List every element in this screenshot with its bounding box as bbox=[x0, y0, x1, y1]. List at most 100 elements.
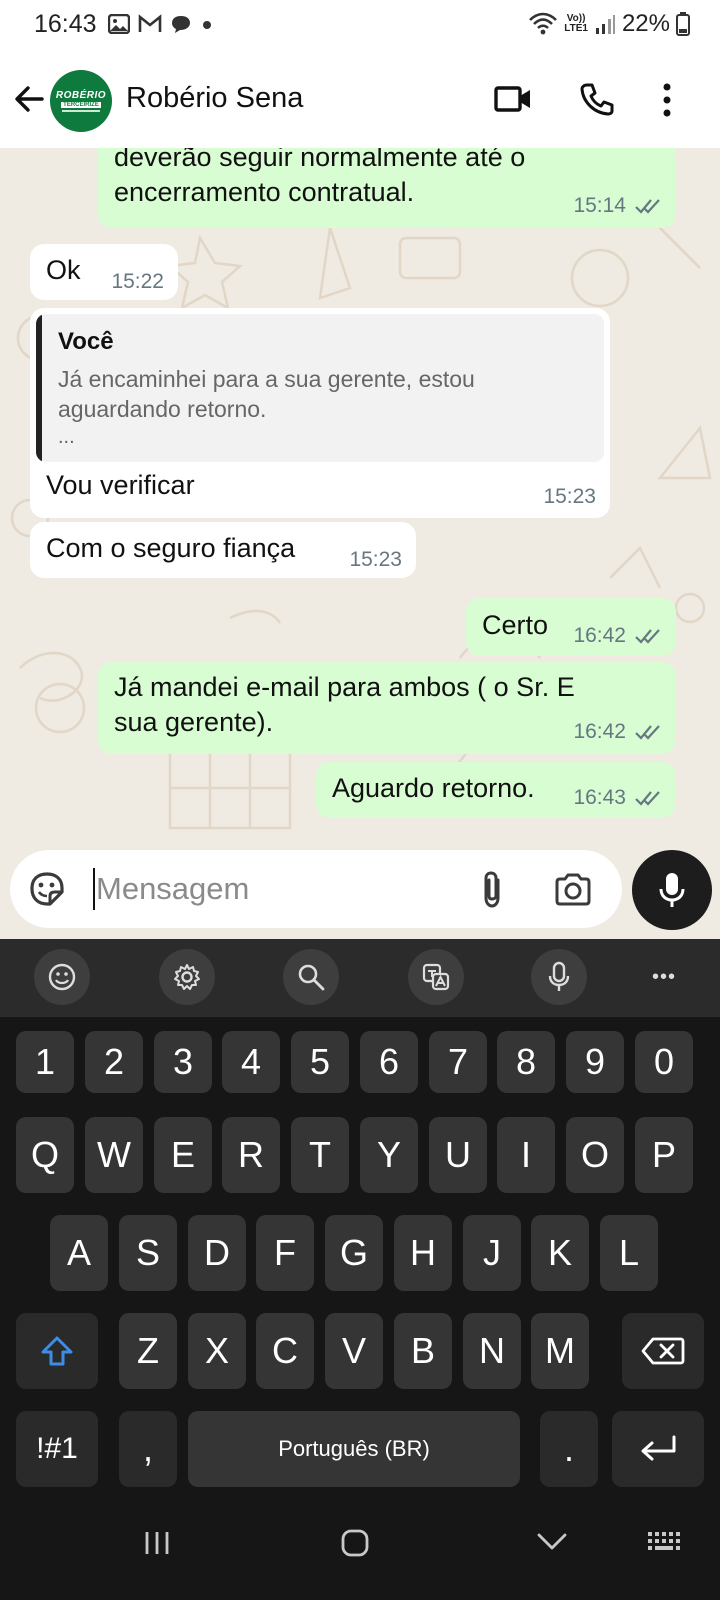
key-n[interactable]: N bbox=[463, 1313, 521, 1389]
key-a[interactable]: A bbox=[50, 1215, 108, 1291]
key-q[interactable]: Q bbox=[16, 1117, 74, 1193]
message-time: 15:23 bbox=[349, 548, 402, 571]
key-r[interactable]: R bbox=[222, 1117, 280, 1193]
enter-key[interactable] bbox=[612, 1411, 704, 1487]
avatar[interactable]: ROBÉRIO TERCEIRIZE bbox=[50, 70, 112, 132]
keyboard-search-button[interactable] bbox=[283, 949, 339, 1005]
status-bar: 16:43 Vo)) LTE1 22% bbox=[0, 0, 720, 52]
message-bubble-incoming[interactable]: Ok 15:22 bbox=[30, 244, 178, 300]
read-ticks-icon bbox=[635, 629, 660, 644]
key-s[interactable]: S bbox=[119, 1215, 177, 1291]
key-i[interactable]: I bbox=[497, 1117, 555, 1193]
message-bubble-outgoing[interactable]: Aguardo retorno. 16:43 bbox=[316, 762, 676, 818]
message-text: Já mandei e-mail para ambos ( o Sr. E bbox=[114, 672, 575, 702]
camera-icon[interactable] bbox=[554, 872, 592, 906]
contact-name[interactable]: Robério Sena bbox=[126, 82, 303, 115]
composer-bar bbox=[0, 838, 720, 930]
backspace-key[interactable] bbox=[622, 1313, 704, 1389]
message-bubble-incoming-reply[interactable]: Você Já encaminhei para a sua gerente, e… bbox=[30, 308, 610, 518]
key-p[interactable]: P bbox=[635, 1117, 693, 1193]
symbols-key[interactable]: !#1 bbox=[16, 1411, 98, 1487]
message-time: 15:14 bbox=[573, 194, 626, 217]
key-1[interactable]: 1 bbox=[16, 1031, 74, 1093]
settings-icon bbox=[174, 964, 200, 990]
key-2[interactable]: 2 bbox=[85, 1031, 143, 1093]
home-icon[interactable] bbox=[340, 1528, 370, 1558]
key-7[interactable]: 7 bbox=[429, 1031, 487, 1093]
key-u[interactable]: U bbox=[429, 1117, 487, 1193]
hide-keyboard-icon[interactable] bbox=[536, 1530, 568, 1554]
message-bubble-incoming[interactable]: Com o seguro fiança 15:23 bbox=[30, 522, 416, 578]
recent-apps-icon[interactable] bbox=[142, 1528, 172, 1558]
key-f[interactable]: F bbox=[256, 1215, 314, 1291]
key-j[interactable]: J bbox=[463, 1215, 521, 1291]
key-3[interactable]: 3 bbox=[154, 1031, 212, 1093]
key-x[interactable]: X bbox=[188, 1313, 246, 1389]
phone-icon[interactable] bbox=[580, 82, 614, 116]
message-text: sua gerente). bbox=[114, 707, 274, 737]
keyboard-toolbar: ••• bbox=[0, 939, 720, 1017]
message-meta: 16:42 bbox=[573, 720, 662, 744]
key-h[interactable]: H bbox=[394, 1215, 452, 1291]
voice-input-icon bbox=[548, 961, 570, 991]
video-call-icon[interactable] bbox=[494, 84, 532, 114]
key-z[interactable]: Z bbox=[119, 1313, 177, 1389]
message-input[interactable] bbox=[96, 864, 476, 914]
shift-key[interactable] bbox=[16, 1313, 98, 1389]
key-c[interactable]: C bbox=[256, 1313, 314, 1389]
keyboard: 1 2 3 4 5 6 7 8 9 0 Q W E R T Y U I O P … bbox=[0, 1017, 720, 1492]
emoji-icon bbox=[48, 963, 76, 991]
attach-icon[interactable] bbox=[480, 870, 504, 910]
message-bubble-outgoing[interactable]: deverão seguir normalmente até o encerra… bbox=[98, 148, 676, 228]
translate-button[interactable] bbox=[408, 949, 464, 1005]
gallery-icon bbox=[108, 14, 130, 34]
key-6[interactable]: 6 bbox=[360, 1031, 418, 1093]
key-8[interactable]: 8 bbox=[497, 1031, 555, 1093]
key-v[interactable]: V bbox=[325, 1313, 383, 1389]
emoji-button[interactable] bbox=[34, 949, 90, 1005]
comma-key[interactable]: , bbox=[119, 1411, 177, 1487]
key-d[interactable]: D bbox=[188, 1215, 246, 1291]
quote-author: Você bbox=[58, 328, 114, 355]
space-key[interactable]: Português (BR) bbox=[188, 1411, 520, 1487]
quoted-message[interactable]: Você Já encaminhei para a sua gerente, e… bbox=[36, 314, 604, 462]
message-time: 16:43 bbox=[573, 786, 626, 809]
key-w[interactable]: W bbox=[85, 1117, 143, 1193]
message-input-container[interactable] bbox=[10, 850, 622, 928]
keyboard-switch-icon[interactable] bbox=[646, 1528, 680, 1558]
message-time: 16:42 bbox=[573, 720, 626, 743]
key-0[interactable]: 0 bbox=[635, 1031, 693, 1093]
key-5[interactable]: 5 bbox=[291, 1031, 349, 1093]
key-t[interactable]: T bbox=[291, 1117, 349, 1193]
message-bubble-outgoing[interactable]: Já mandei e-mail para ambos ( o Sr. E su… bbox=[98, 662, 676, 754]
read-ticks-icon bbox=[635, 725, 660, 740]
voice-record-button[interactable] bbox=[632, 850, 712, 930]
avatar-logo-line2: TERCEIRIZE bbox=[61, 102, 101, 108]
key-k[interactable]: K bbox=[531, 1215, 589, 1291]
chat-header: ROBÉRIO TERCEIRIZE Robério Sena bbox=[0, 52, 720, 148]
quote-bar bbox=[36, 314, 42, 462]
key-l[interactable]: L bbox=[600, 1215, 658, 1291]
key-b[interactable]: B bbox=[394, 1313, 452, 1389]
more-icon: ••• bbox=[651, 965, 676, 988]
message-bubble-outgoing[interactable]: Certo 16:42 bbox=[466, 598, 676, 656]
key-o[interactable]: O bbox=[566, 1117, 624, 1193]
chat-area[interactable]: deverão seguir normalmente até o encerra… bbox=[0, 148, 720, 838]
more-vert-icon[interactable] bbox=[661, 82, 673, 118]
key-g[interactable]: G bbox=[325, 1215, 383, 1291]
keyboard-settings-button[interactable] bbox=[159, 949, 215, 1005]
voice-input-button[interactable] bbox=[531, 949, 587, 1005]
key-e[interactable]: E bbox=[154, 1117, 212, 1193]
sticker-icon[interactable] bbox=[28, 870, 66, 908]
back-arrow-icon[interactable] bbox=[12, 82, 46, 116]
key-y[interactable]: Y bbox=[360, 1117, 418, 1193]
message-time: 15:22 bbox=[111, 270, 164, 293]
mic-icon bbox=[659, 873, 685, 907]
key-9[interactable]: 9 bbox=[566, 1031, 624, 1093]
key-4[interactable]: 4 bbox=[222, 1031, 280, 1093]
period-key[interactable]: . bbox=[540, 1411, 598, 1487]
key-m[interactable]: M bbox=[531, 1313, 589, 1389]
system-nav-bar bbox=[0, 1492, 720, 1600]
keyboard-more-button[interactable]: ••• bbox=[636, 949, 692, 1005]
enter-icon bbox=[641, 1435, 676, 1461]
